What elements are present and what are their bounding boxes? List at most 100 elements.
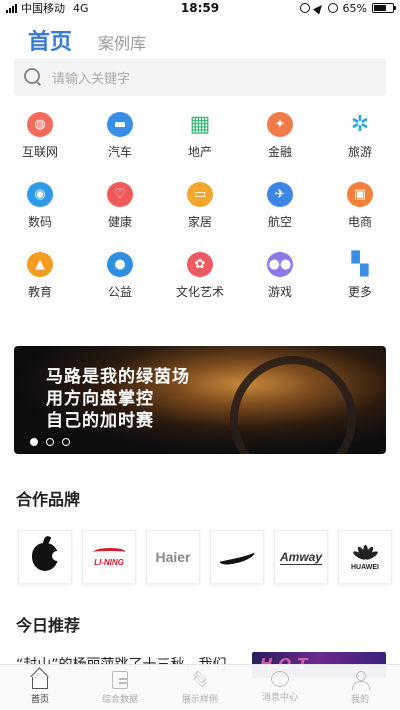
category-label: 地产 [187, 145, 212, 159]
brand-huawei[interactable]: HUAWEI [338, 530, 392, 584]
category-item[interactable]: ▬ 汽车 [80, 108, 160, 160]
car-icon: ▬ [107, 112, 133, 137]
lining-logo [91, 547, 127, 556]
category-label: 教育 [27, 285, 52, 299]
category-item[interactable]: ✿ 文化艺术 [160, 248, 240, 300]
finance-icon: ✦ [267, 112, 293, 137]
category-item[interactable]: ✦ 金融 [240, 108, 320, 160]
tab-messages-nav[interactable]: 消息中心 [240, 665, 320, 710]
tab-cases[interactable]: 案例库 [98, 30, 146, 54]
category-item[interactable]: ▲ 教育 [0, 248, 80, 300]
brand-nike[interactable] [210, 530, 264, 584]
brand-haier[interactable]: Haier [146, 530, 200, 584]
banner-line-1: 马路是我的绿茵场 [46, 367, 190, 387]
home-icon [30, 671, 50, 689]
category-label: 公益 [107, 285, 132, 299]
brand-name: Amway [279, 549, 323, 565]
globe-icon: ◍ [27, 112, 53, 137]
shopping-bag-icon: ▣ [347, 182, 373, 207]
palm-tree-icon: ✲ [350, 112, 370, 137]
sofa-icon: ▭ [187, 182, 213, 207]
brand-apple[interactable] [18, 530, 72, 584]
category-item[interactable]: ▚ 更多 [320, 248, 400, 300]
carousel-dot[interactable] [30, 438, 38, 446]
category-item[interactable]: ✲ 旅游 [320, 108, 400, 160]
tab-home-nav[interactable]: 首页 [0, 665, 80, 710]
category-item[interactable]: ✈ 航空 [240, 178, 320, 230]
alarm-icon [327, 3, 338, 13]
brands-title: 合作品牌 [16, 490, 81, 509]
category-label: 汽车 [107, 145, 132, 159]
plane-icon: ✈ [267, 182, 293, 207]
category-grid: ◍ 互联网 ▬ 汽车 ▦ 地产 ✦ 金融 ✲ 旅游 ◉ 数码 ♡ 健康 ▭ 家居 ✈ 航空 ▣ 电商 ▲ 教育 ● 公益 ✿ 文化… [0, 108, 400, 300]
promo-banner[interactable]: 马路是我的绿茵场 用方向盘掌控 自己的加时赛 [14, 346, 386, 454]
huawei-logo [351, 543, 379, 562]
signal-icon [6, 3, 17, 13]
brand-amway[interactable]: Amway [274, 530, 328, 584]
search-placeholder: 请输入关键字 [52, 71, 131, 87]
category-label: 家居 [187, 215, 212, 229]
gamepad-icon: ●● [267, 252, 293, 277]
layers-icon [191, 670, 209, 689]
brand-name: HUAWEI [351, 564, 379, 571]
carousel-indicators [30, 438, 70, 446]
drop-icon: ● [107, 252, 133, 277]
brand-name: Haier [155, 549, 191, 565]
search-icon [24, 68, 42, 86]
category-label: 旅游 [347, 145, 372, 159]
grid-more-icon: ▚ [351, 252, 369, 277]
tab-samples-nav[interactable]: 展示样例 [160, 665, 240, 710]
heart-icon: ♡ [107, 182, 133, 207]
building-icon: ▦ [189, 112, 211, 137]
tab-label: 消息中心 [261, 693, 298, 703]
palette-icon: ✿ [187, 252, 213, 277]
category-item[interactable]: ♡ 健康 [80, 178, 160, 230]
battery-percent: 65% [342, 1, 367, 15]
status-bar: 中国移动 4G 18:59 65% [0, 0, 400, 16]
nike-logo [218, 547, 256, 567]
search-input[interactable]: 请输入关键字 [14, 58, 386, 96]
banner-line-3: 自己的加时赛 [46, 411, 154, 431]
tab-label: 综合数据 [101, 695, 138, 705]
category-label: 电商 [347, 215, 372, 229]
carousel-dot[interactable] [62, 438, 70, 446]
rotation-lock-icon [299, 3, 310, 13]
tab-label: 我的 [350, 695, 369, 705]
category-item[interactable]: ▣ 电商 [320, 178, 400, 230]
header-tabs: 首页 案例库 [28, 24, 146, 56]
brand-name: LI-NING [94, 557, 124, 567]
carrier-name: 中国移动 [21, 2, 65, 15]
category-label: 金融 [267, 145, 292, 159]
category-item[interactable]: ◍ 互联网 [0, 108, 80, 160]
document-icon [112, 671, 128, 689]
tab-profile-nav[interactable]: 我的 [320, 665, 400, 710]
graduation-cap-icon: ▲ [27, 252, 53, 277]
category-item[interactable]: ◉ 数码 [0, 178, 80, 230]
camera-icon: ◉ [27, 182, 53, 207]
recommend-title: 今日推荐 [16, 616, 81, 635]
category-label: 文化艺术 [175, 285, 224, 299]
category-label: 更多 [347, 285, 372, 299]
user-icon [351, 671, 370, 690]
location-icon [312, 1, 325, 15]
category-item[interactable]: ● 公益 [80, 248, 160, 300]
tab-label: 首页 [30, 695, 49, 705]
tab-data-nav[interactable]: 综合数据 [80, 665, 160, 710]
category-label: 健康 [107, 215, 132, 229]
chat-icon [271, 671, 289, 687]
carousel-dot[interactable] [46, 438, 54, 446]
category-label: 游戏 [267, 285, 292, 299]
tab-label: 展示样例 [181, 695, 218, 705]
battery-icon [372, 3, 396, 13]
category-item[interactable]: ▦ 地产 [160, 108, 240, 160]
brand-lining[interactable]: LI-NING [82, 530, 136, 584]
category-item[interactable]: ▭ 家居 [160, 178, 240, 230]
category-item[interactable]: ●● 游戏 [240, 248, 320, 300]
apple-logo [32, 543, 62, 571]
bottom-tab-bar: 首页 综合数据 展示样例 消息中心 我的 [0, 664, 400, 710]
network-type: 4G [73, 1, 89, 15]
tab-home[interactable]: 首页 [28, 24, 72, 56]
category-label: 互联网 [21, 145, 58, 159]
category-label: 航空 [267, 215, 292, 229]
category-label: 数码 [27, 215, 52, 229]
